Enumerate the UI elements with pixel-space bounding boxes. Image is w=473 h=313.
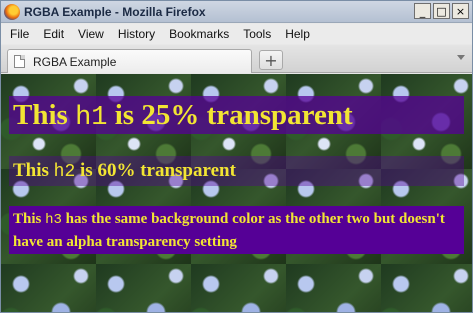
tab-list-arrow-icon[interactable] (457, 55, 465, 60)
heading-h2: This h2 is 60% transparent (9, 156, 464, 186)
heading-h3: This h3 has the same background color as… (9, 206, 464, 254)
menu-bookmarks[interactable]: Bookmarks (162, 27, 236, 41)
page-icon (14, 55, 25, 68)
browser-window: RGBA Example - Mozilla Firefox _ □ × Fil… (0, 0, 473, 313)
menu-tools[interactable]: Tools (236, 27, 278, 41)
close-button[interactable]: × (452, 3, 469, 19)
menu-history[interactable]: History (111, 27, 162, 41)
menu-file[interactable]: File (1, 27, 36, 41)
page-content: This h1 is 25% transparent This h2 is 60… (1, 74, 472, 312)
title-bar[interactable]: RGBA Example - Mozilla Firefox _ □ × (1, 1, 472, 23)
new-tab-button[interactable]: + (259, 50, 283, 70)
heading-h1: This h1 is 25% transparent (9, 96, 464, 134)
menu-bar: File Edit View History Bookmarks Tools H… (1, 24, 472, 44)
window-controls: _ □ × (414, 3, 469, 19)
menu-help[interactable]: Help (278, 27, 317, 41)
window-title: RGBA Example - Mozilla Firefox (24, 4, 206, 19)
menu-view[interactable]: View (71, 27, 111, 41)
tab-rgba-example[interactable]: RGBA Example (7, 49, 252, 73)
maximize-button[interactable]: □ (433, 3, 450, 19)
tab-strip: RGBA Example + (1, 45, 472, 73)
minimize-button[interactable]: _ (414, 3, 431, 19)
tab-label: RGBA Example (33, 54, 117, 69)
firefox-icon (4, 3, 20, 20)
menu-edit[interactable]: Edit (36, 27, 71, 41)
